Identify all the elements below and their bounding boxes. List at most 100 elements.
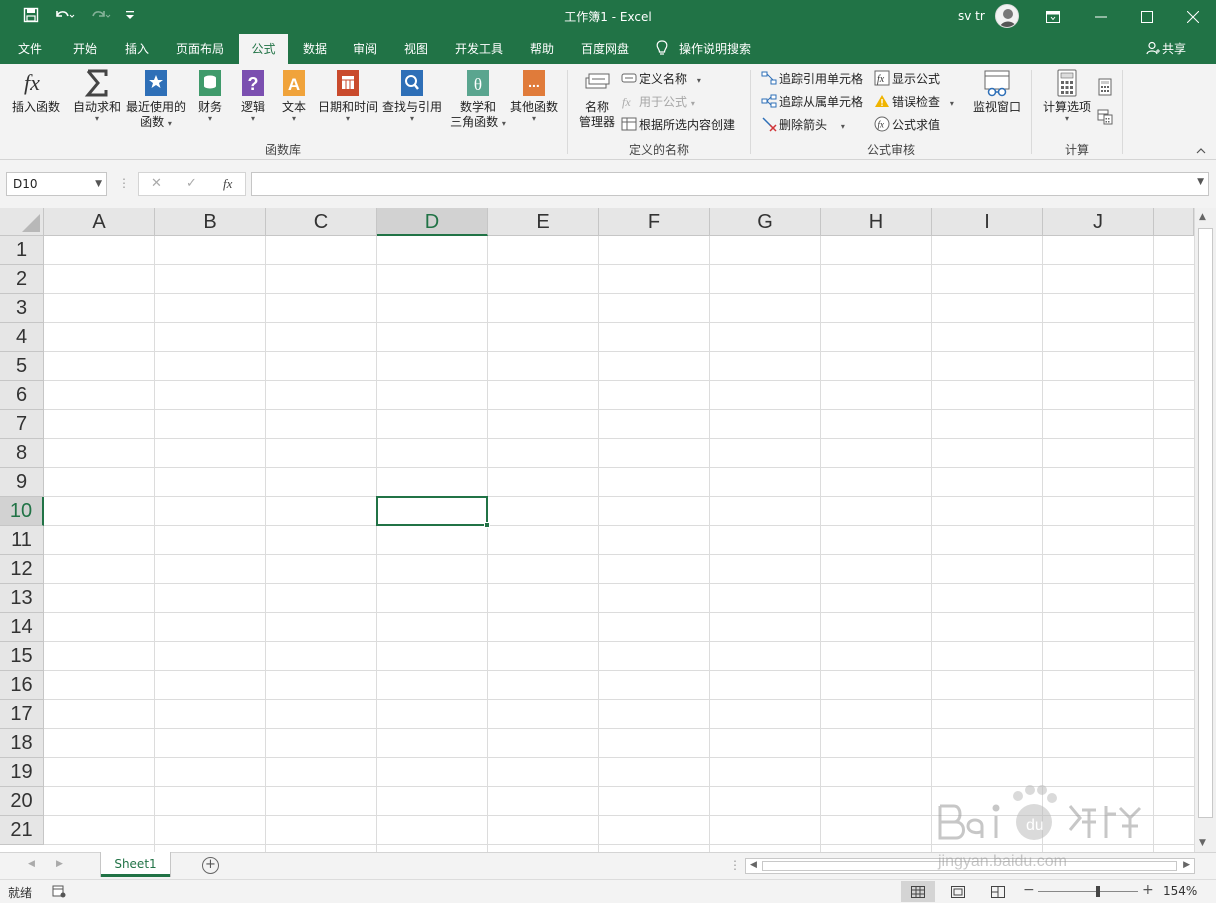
sheet-next-icon[interactable]: ▶ — [56, 859, 63, 869]
define-name-button[interactable]: 定义名称 ▾ — [621, 70, 701, 88]
formula-input[interactable]: ▼ — [251, 172, 1209, 196]
tell-me-search[interactable]: 操作说明搜索 — [655, 34, 751, 64]
customize-qat-icon[interactable] — [122, 7, 138, 27]
watch-window-button[interactable]: 监视窗口 — [970, 68, 1024, 115]
column-header[interactable]: A — [44, 208, 155, 236]
datetime-button[interactable]: 日期和时间 ▾ — [316, 68, 380, 123]
row-header[interactable]: 17 — [0, 700, 44, 729]
calculate-now-icon[interactable] — [1097, 78, 1113, 96]
user-name[interactable]: sv tr — [958, 9, 985, 23]
row-header[interactable]: 3 — [0, 294, 44, 323]
more-functions-button[interactable]: ... 其他函数 ▾ — [506, 68, 562, 123]
row-header[interactable]: 9 — [0, 468, 44, 497]
chevron-down-icon[interactable]: ▼ — [95, 173, 102, 195]
tab-file[interactable]: 文件 — [8, 34, 52, 64]
column-header-partial[interactable] — [1154, 208, 1194, 236]
row-header[interactable]: 19 — [0, 758, 44, 787]
row-header[interactable]: 1 — [0, 236, 44, 265]
trace-precedents-button[interactable]: 追踪引用单元格 — [761, 70, 863, 88]
zoom-out-icon[interactable]: − — [1023, 882, 1035, 898]
column-header[interactable]: B — [155, 208, 266, 236]
insert-function-icon[interactable]: fx — [223, 176, 232, 192]
tab-data[interactable]: 数据 — [292, 34, 338, 64]
sheet-tab[interactable]: Sheet1 — [101, 852, 170, 877]
row-header[interactable]: 13 — [0, 584, 44, 613]
zoom-slider-thumb[interactable] — [1096, 886, 1100, 897]
maximize-icon[interactable] — [1124, 0, 1170, 34]
column-header[interactable]: E — [488, 208, 599, 236]
scroll-up-icon[interactable]: ▲ — [1199, 212, 1206, 222]
row-header[interactable]: 2 — [0, 265, 44, 294]
row-header[interactable]: 16 — [0, 671, 44, 700]
worksheet-grid[interactable]: ABCDEFGHIJ 1 2 3 4 5 6 7 8 9 10 11 12 13 14 15 16 17 18 19… — [0, 208, 1216, 852]
calculate-sheet-icon[interactable] — [1097, 109, 1113, 125]
text-functions-button[interactable]: A 文本 ▾ — [277, 68, 311, 123]
row-header[interactable]: 7 — [0, 410, 44, 439]
column-header[interactable]: F — [599, 208, 710, 236]
share-button[interactable]: 共享 — [1146, 34, 1186, 64]
column-header[interactable]: H — [821, 208, 932, 236]
redo-icon[interactable] — [86, 7, 114, 27]
lookup-button[interactable]: 查找与引用 ▾ — [380, 68, 444, 123]
page-break-view-icon[interactable] — [981, 881, 1015, 902]
trace-dependents-button[interactable]: 追踪从属单元格 — [761, 93, 863, 111]
scroll-right-icon[interactable]: ▶ — [1183, 860, 1190, 870]
column-header[interactable]: C — [266, 208, 377, 236]
tab-help[interactable]: 帮助 — [519, 34, 565, 64]
financial-button[interactable]: 财务 ▾ — [193, 68, 227, 123]
horizontal-scroll-thumb[interactable] — [762, 861, 1177, 871]
show-formulas-button[interactable]: fx 显示公式 — [874, 70, 940, 88]
scroll-left-icon[interactable]: ◀ — [750, 860, 757, 870]
tab-insert[interactable]: 插入 — [114, 34, 160, 64]
horizontal-scrollbar[interactable]: ◀ ▶ — [745, 858, 1195, 874]
name-box[interactable]: D10 ▼ — [6, 172, 107, 196]
row-header[interactable]: 5 — [0, 352, 44, 381]
row-header[interactable]: 6 — [0, 381, 44, 410]
collapse-ribbon-icon[interactable] — [1196, 146, 1206, 157]
tab-view[interactable]: 视图 — [393, 34, 439, 64]
active-cell[interactable] — [376, 496, 488, 526]
calculation-options-button[interactable]: 计算选项 ▾ — [1040, 68, 1094, 123]
save-icon[interactable] — [20, 7, 42, 27]
row-header[interactable]: 12 — [0, 555, 44, 584]
row-header[interactable]: 15 — [0, 642, 44, 671]
column-header[interactable]: J — [1043, 208, 1154, 236]
cancel-icon[interactable]: ✕ — [151, 176, 162, 191]
enter-icon[interactable]: ✓ — [186, 176, 197, 191]
page-layout-view-icon[interactable] — [941, 881, 975, 902]
avatar[interactable] — [995, 4, 1019, 28]
ribbon-display-options-icon[interactable] — [1030, 0, 1076, 34]
zoom-level[interactable]: 154% — [1163, 884, 1197, 898]
column-header[interactable]: D — [377, 208, 488, 236]
fill-handle[interactable] — [484, 522, 490, 528]
vertical-scroll-thumb[interactable] — [1198, 228, 1213, 818]
column-header[interactable]: G — [710, 208, 821, 236]
tab-split-grip-icon[interactable]: ⋮ — [729, 858, 741, 872]
row-header[interactable]: 21 — [0, 816, 44, 845]
evaluate-formula-button[interactable]: fx 公式求值 — [874, 116, 940, 134]
tab-formulas[interactable]: 公式 — [239, 34, 288, 64]
autosum-button[interactable]: 自动求和 ▾ — [70, 68, 124, 123]
column-header[interactable]: I — [932, 208, 1043, 236]
row-header[interactable]: 20 — [0, 787, 44, 816]
formula-bar-grip-icon[interactable]: ⋮ — [118, 176, 130, 190]
select-all-button[interactable] — [0, 208, 44, 236]
zoom-slider[interactable] — [1038, 891, 1138, 892]
vertical-scrollbar[interactable]: ▲ ▼ — [1194, 208, 1216, 852]
zoom-in-icon[interactable]: + — [1142, 882, 1154, 898]
error-checking-button[interactable]: 错误检查 ▾ — [874, 93, 954, 111]
use-in-formula-button[interactable]: fx 用于公式 ▾ — [621, 93, 695, 111]
normal-view-icon[interactable] — [901, 881, 935, 902]
row-header[interactable]: 11 — [0, 526, 44, 555]
row-header[interactable]: 18 — [0, 729, 44, 758]
scroll-down-icon[interactable]: ▼ — [1199, 838, 1206, 848]
sheet-prev-icon[interactable]: ◀ — [28, 859, 35, 869]
tab-baidu-netdisk[interactable]: 百度网盘 — [571, 34, 639, 64]
math-trig-button[interactable]: θ 数学和 三角函数 ▾ — [446, 68, 510, 131]
create-from-selection-button[interactable]: 根据所选内容创建 — [621, 116, 735, 134]
remove-arrows-button[interactable]: 删除箭头 ▾ — [761, 116, 845, 134]
add-sheet-icon[interactable]: + — [202, 857, 219, 874]
recently-used-button[interactable]: 最近使用的 函数 ▾ — [124, 68, 188, 131]
tab-review[interactable]: 审阅 — [342, 34, 388, 64]
row-header[interactable]: 4 — [0, 323, 44, 352]
